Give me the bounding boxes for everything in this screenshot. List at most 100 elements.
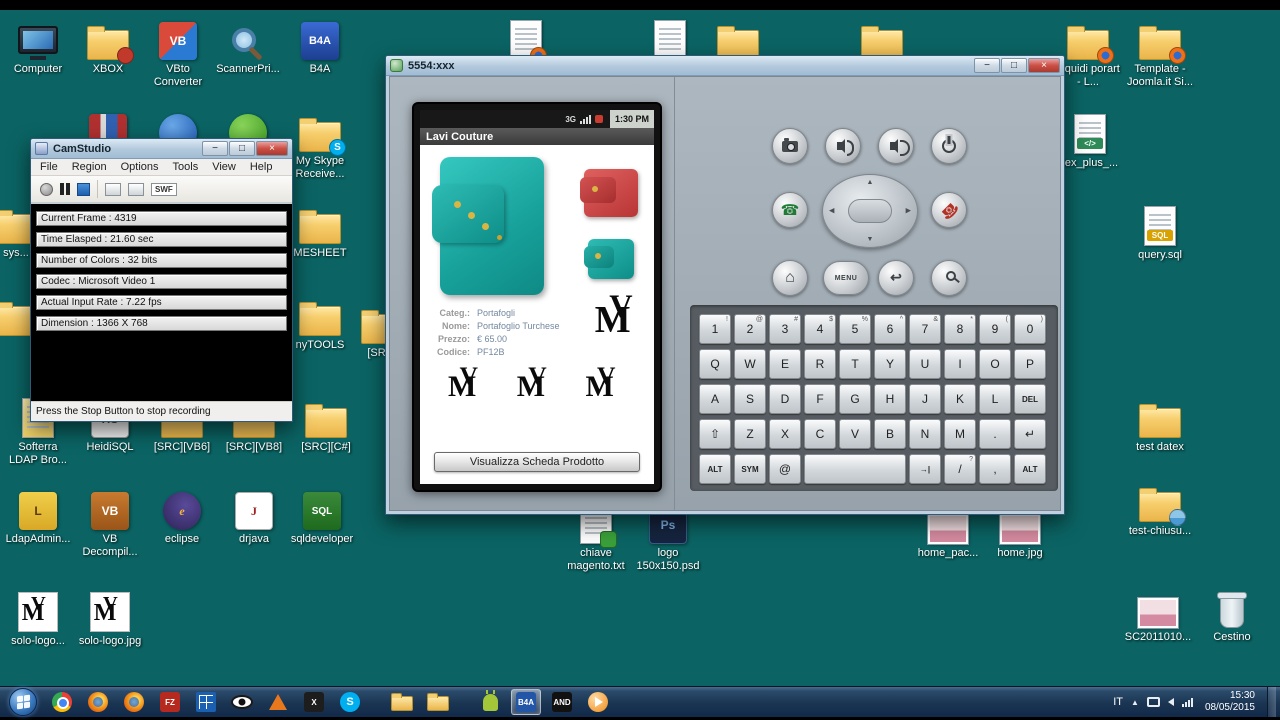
key-comma[interactable]: , [979,454,1011,484]
desktop-icon-b4a[interactable]: B4A B4A [286,18,354,76]
key-period[interactable]: . [979,419,1011,449]
maximize-button[interactable]: □ [1001,58,1027,73]
desktop-icon-eclipse[interactable]: e eclipse [148,488,216,546]
key-o[interactable]: O [979,349,1011,379]
desktop-icon-vbto-converter[interactable]: VB VBto Converter [144,18,212,88]
key-6[interactable]: ^ 6 [874,314,906,344]
brand-logo-thumb[interactable]: VM [517,363,558,410]
dpad-up-icon[interactable] [867,179,874,186]
display-tray-icon[interactable] [1146,697,1160,707]
key-5[interactable]: % 5 [839,314,871,344]
desktop-icon-cestino[interactable]: Cestino [1198,586,1266,644]
key-m[interactable]: M [944,419,976,449]
desktop-icon-solo-logo[interactable]: V M solo-logo... [4,590,72,648]
key-s[interactable]: S [734,384,766,414]
key-3[interactable]: #3 [769,314,801,344]
taskbar-android-emulator[interactable] [475,689,505,715]
key-t[interactable]: T [839,349,871,379]
dpad-left-icon[interactable] [829,208,834,215]
camstudio-titlebar[interactable]: CamStudio − □ × [31,139,292,159]
close-button[interactable]: × [1028,58,1060,73]
taskbar-x-app[interactable]: X [299,689,329,715]
menu-tools[interactable]: Tools [166,160,206,174]
key-8[interactable]: * 8 [944,314,976,344]
camera-button[interactable] [772,128,808,164]
desktop-icon-xbox[interactable]: XBOX [74,18,142,76]
key-g[interactable]: G [839,384,871,414]
key-f[interactable]: F [804,384,836,414]
menu-help[interactable]: Help [243,160,280,174]
desktop-icon-scannerpri[interactable]: ScannerPri... [214,18,282,76]
search-button[interactable] [931,260,967,296]
key-slash[interactable]: ? / [944,454,976,484]
key-7[interactable]: & 7 [909,314,941,344]
brand-logo-thumb[interactable]: VM [586,363,627,410]
volume-up-button[interactable] [878,128,914,164]
key-z[interactable]: Z [734,419,766,449]
clock[interactable]: 15:30 08/05/2015 [1201,690,1259,715]
key-a[interactable]: A [699,384,731,414]
key-0[interactable]: ) 0 [1014,314,1046,344]
desktop-icon-test-datex[interactable]: test datex [1126,396,1194,454]
taskbar-explorer[interactable] [387,689,417,715]
desktop-icon-tex-plus[interactable]: </> tex_plus_... [1056,112,1124,170]
key-q[interactable]: Q [699,349,731,379]
dpad-down-icon[interactable] [867,236,874,243]
film-icon[interactable] [128,182,144,196]
stop-button[interactable] [77,182,90,196]
maximize-button[interactable]: □ [229,141,255,156]
start-button[interactable] [9,688,37,716]
key-b[interactable]: B [874,419,906,449]
call-button[interactable] [772,192,808,228]
taskbar-android-sdk[interactable]: AND [547,689,577,715]
key-j[interactable]: J [909,384,941,414]
menu-region[interactable]: Region [65,160,114,174]
taskbar-grid-app[interactable] [191,689,221,715]
key-shift[interactable]: ⇧ [699,419,731,449]
key-del[interactable]: DEL [1014,384,1046,414]
network-tray-icon[interactable] [1181,697,1193,707]
key-u[interactable]: U [909,349,941,379]
desktop-icon-src-c[interactable]: [SRC][C#] [292,396,360,454]
taskbar-b4a[interactable]: B4A [511,689,541,715]
record-button[interactable] [40,182,53,196]
key-at[interactable]: @ [769,454,801,484]
key-w[interactable]: W [734,349,766,379]
power-button[interactable] [931,128,967,164]
key-k[interactable]: K [944,384,976,414]
menu-button[interactable]: MENU [823,261,869,295]
swf-button[interactable]: SWF [151,182,177,196]
close-button[interactable]: × [256,141,288,156]
taskbar-chrome[interactable] [47,689,77,715]
desktop-icon-sc2011010[interactable]: SC2011010... [1124,586,1192,644]
taskbar-firefox[interactable] [83,689,113,715]
key-tab[interactable]: →| [909,454,941,484]
product-thumb-red-wallet[interactable] [580,169,638,217]
home-button[interactable] [772,260,808,296]
key-sym[interactable]: SYM [734,454,766,484]
volume-down-button[interactable] [825,128,861,164]
taskbar-skype[interactable]: S [335,689,365,715]
language-indicator[interactable]: IT [1113,696,1123,708]
desktop-icon-computer[interactable]: Computer [4,18,72,76]
product-image-turquoise-wallet[interactable] [432,157,544,295]
desktop-icon-test-chiusu[interactable]: test-chiusu... [1126,480,1194,538]
key-1[interactable]: ! 1 [699,314,731,344]
key-4[interactable]: $4 [804,314,836,344]
key-2[interactable]: @2 [734,314,766,344]
end-call-button[interactable] [931,192,967,228]
pause-button[interactable] [60,183,70,195]
key-c[interactable]: C [804,419,836,449]
desktop-icon-my-skype-receive[interactable]: S My Skype Receive... [286,110,354,180]
back-button[interactable] [878,260,914,296]
taskbar-media-player[interactable] [583,689,613,715]
desktop-icon-nytools[interactable]: nyTOOLS [286,294,354,352]
taskbar-filezilla[interactable]: FZ [155,689,185,715]
taskbar-folder-2[interactable] [423,689,453,715]
key-x[interactable]: X [769,419,801,449]
emulator-titlebar[interactable]: 5554:xxx − □ × [386,56,1064,76]
desktop-icon-ldapadmin[interactable]: L LdapAdmin... [4,488,72,546]
volume-tray-icon[interactable] [1167,698,1174,706]
key-r[interactable]: R [804,349,836,379]
brand-logo-thumb[interactable]: VM [448,363,489,410]
